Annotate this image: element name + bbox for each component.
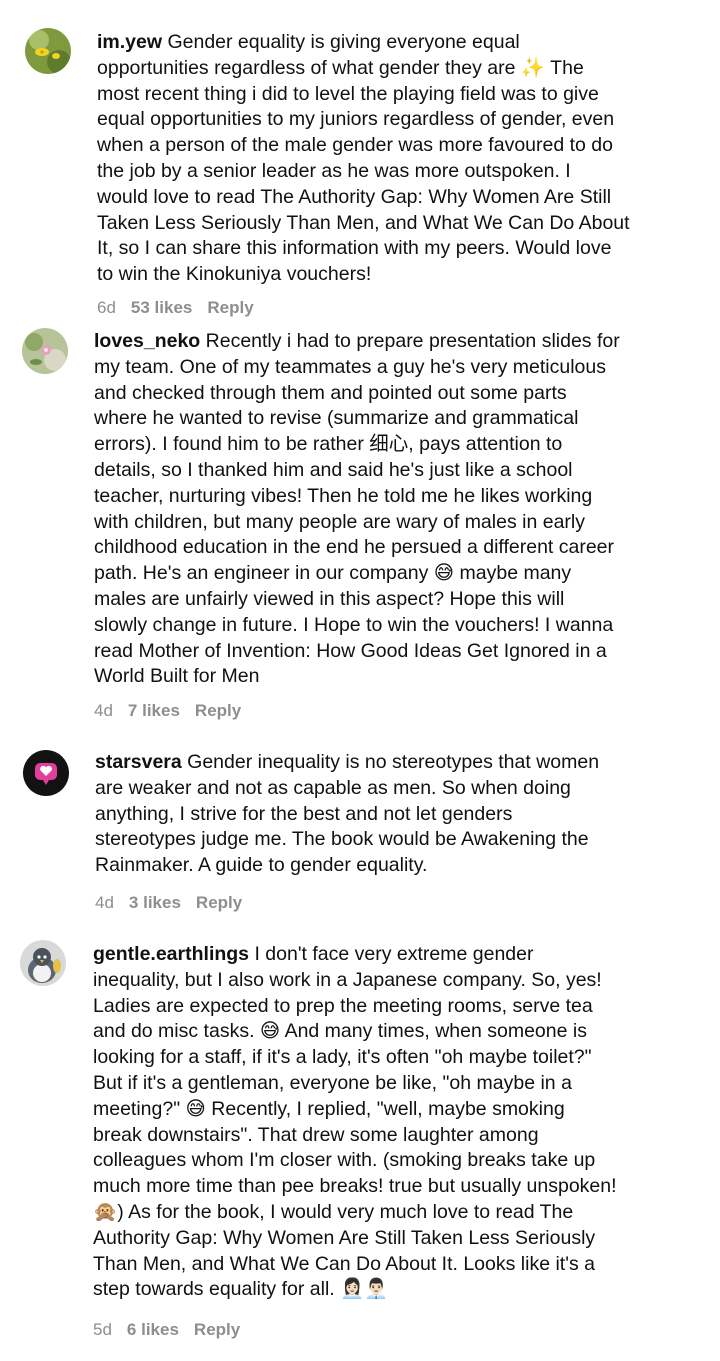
comment-age: 6d (97, 298, 116, 317)
reply-button[interactable]: Reply (207, 298, 253, 317)
reply-button[interactable]: Reply (194, 1320, 240, 1339)
comment-body: starsvera Gender inequality is no stereo… (95, 750, 599, 879)
comment-body: gentle.earthlings I don't face very extr… (93, 942, 617, 1303)
likes-count[interactable]: 6 likes (127, 1320, 179, 1339)
comment-body: im.yew Gender equality is giving everyon… (97, 30, 630, 288)
avatar[interactable] (20, 940, 66, 986)
avatar[interactable] (23, 750, 69, 796)
comment-meta: 4d 7 likes Reply (94, 701, 256, 721)
reply-button[interactable]: Reply (195, 701, 241, 720)
likes-count[interactable]: 3 likes (129, 893, 181, 912)
likes-count[interactable]: 7 likes (128, 701, 180, 720)
username[interactable]: im.yew (97, 31, 162, 53)
comment-text: I don't face very extreme gender inequal… (93, 943, 617, 1301)
avatar[interactable] (25, 28, 71, 74)
avatar-plant-image (22, 328, 68, 374)
username[interactable]: loves_neko (94, 330, 200, 352)
comment-age: 4d (94, 701, 113, 720)
comment-text: Recently i had to prepare presentation s… (94, 330, 620, 688)
avatar-heart-image (23, 750, 69, 796)
comment-meta: 6d 53 likes Reply (97, 298, 269, 318)
username[interactable]: gentle.earthlings (93, 943, 249, 965)
comment-meta: 5d 6 likes Reply (93, 1320, 255, 1340)
comment-age: 5d (93, 1320, 112, 1339)
comment-text: Gender equality is giving everyone equal… (97, 31, 630, 286)
username[interactable]: starsvera (95, 751, 182, 773)
comment-body: loves_neko Recently i had to prepare pre… (94, 329, 620, 690)
reply-button[interactable]: Reply (196, 893, 242, 912)
comment-age: 4d (95, 893, 114, 912)
comment-meta: 4d 3 likes Reply (95, 893, 257, 913)
avatar[interactable] (22, 328, 68, 374)
avatar-penguin-image (20, 940, 66, 986)
avatar-flower-image (25, 28, 71, 74)
likes-count[interactable]: 53 likes (131, 298, 192, 317)
